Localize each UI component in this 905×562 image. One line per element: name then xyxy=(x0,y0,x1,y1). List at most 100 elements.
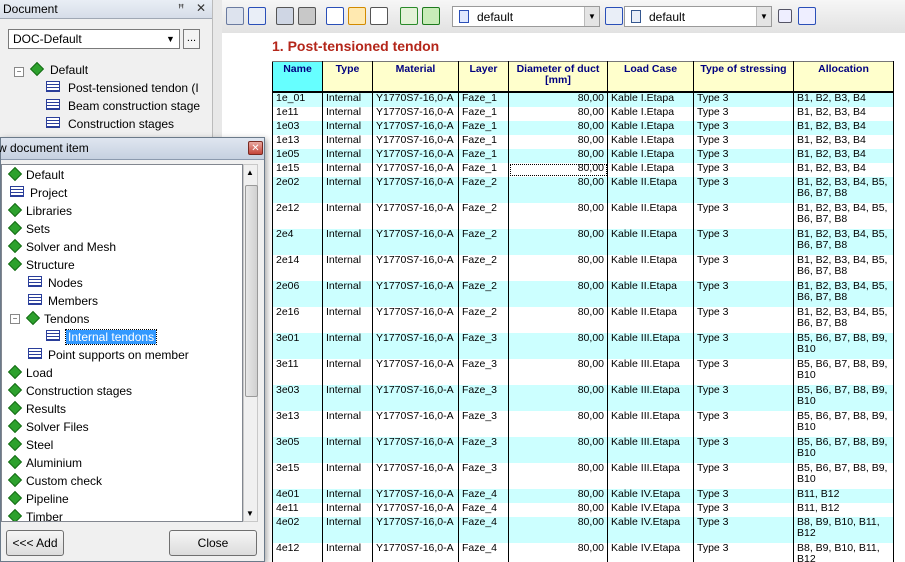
document-icon[interactable] xyxy=(605,7,623,25)
document-item-tree-item[interactable]: Point supports on member xyxy=(28,346,189,364)
chevron-down-icon[interactable]: ▼ xyxy=(162,30,179,48)
table-cell: 80,00 xyxy=(508,359,608,385)
document-item-tree-item[interactable]: Solver Files xyxy=(7,418,89,436)
document-item-tree-item[interactable]: Nodes xyxy=(28,274,83,292)
diamond-icon xyxy=(7,166,23,182)
table-cell: Type 3 xyxy=(693,543,794,562)
table-cell: Faze_1 xyxy=(458,149,509,163)
template-combo-value: default xyxy=(477,10,514,24)
document-item-tree-label: Construction stages xyxy=(26,384,133,398)
template-combo[interactable]: default ▼ xyxy=(452,6,600,27)
document-item-tree-item[interactable]: Steel xyxy=(7,436,54,454)
document-tree-item[interactable]: Post-tensioned tendon (I xyxy=(46,79,199,97)
add-button[interactable]: <<< Add xyxy=(6,530,64,556)
scrollbar[interactable]: ▲ ▼ xyxy=(243,164,258,522)
table-cell: 80,00 xyxy=(508,255,608,281)
document-item-tree-item[interactable]: Internal tendons xyxy=(46,328,158,346)
document-item-tree-item[interactable]: Construction stages xyxy=(7,382,133,400)
column-header: Load Case xyxy=(607,61,694,93)
table-cell: Faze_4 xyxy=(458,543,509,562)
close-icon[interactable]: ✕ xyxy=(196,1,206,15)
document-item-tree-label: Structure xyxy=(26,258,75,272)
document-item-tree-item[interactable]: − Tendons xyxy=(10,310,89,328)
document-item-tree-item[interactable]: Structure xyxy=(7,256,75,274)
table-cell: Y1770S7-16,0-A xyxy=(372,503,459,517)
document-item-tree-item[interactable]: Results xyxy=(7,400,66,418)
export-icon[interactable] xyxy=(400,7,418,25)
document-item-tree-item[interactable]: Default xyxy=(7,166,64,184)
document-item-tree-item[interactable]: Members xyxy=(28,292,98,310)
chevron-down-icon[interactable]: ▼ xyxy=(756,7,771,26)
close-button[interactable]: Close xyxy=(169,530,257,556)
table-cell: 2e14 xyxy=(272,255,323,281)
table-cell: B11, B12 xyxy=(793,489,894,503)
document-tree-item[interactable]: − Default xyxy=(14,61,88,79)
pin-icon[interactable]: ꟸ xyxy=(178,2,184,15)
page-portrait-icon[interactable] xyxy=(370,7,388,25)
table-cell: B5, B6, B7, B8, B9, B10 xyxy=(793,359,894,385)
table-header-row: Name Type Material Layer Diameter of duct [m… xyxy=(272,61,894,93)
table-cell: Kable II.Etapa xyxy=(607,307,694,333)
refresh-icon[interactable] xyxy=(422,7,440,25)
style-combo[interactable]: default ▼ xyxy=(624,6,772,27)
diamond-icon xyxy=(7,508,23,521)
document-tree-item[interactable]: Construction stages xyxy=(46,115,174,133)
columns-icon[interactable] xyxy=(798,7,816,25)
report-view: 1. Post-tensioned tendon Name Type Materia… xyxy=(222,33,905,562)
table-row: 4e01 Internal Y1770S7-16,0-A Faze_4 80,00 Kab… xyxy=(272,489,894,503)
table-cell: Y1770S7-16,0-A xyxy=(372,163,459,177)
document-item-tree-label: Project xyxy=(30,186,68,200)
table-cell: Internal xyxy=(322,489,373,503)
collapse-icon[interactable]: − xyxy=(10,314,20,324)
table-cell: Kable III.Etapa xyxy=(607,359,694,385)
document-icon[interactable] xyxy=(248,7,266,25)
table-cell: Y1770S7-16,0-A xyxy=(372,203,459,229)
document-item-tree-item[interactable]: Libraries xyxy=(7,202,72,220)
collapse-icon[interactable]: − xyxy=(14,67,24,77)
table-cell: B1, B2, B3, B4 xyxy=(793,121,894,135)
document-item-tree-item[interactable]: Load xyxy=(7,364,53,382)
table-cell: Internal xyxy=(322,91,373,107)
table-cell: B5, B6, B7, B8, B9, B10 xyxy=(793,385,894,411)
document-item-tree-item[interactable]: Project xyxy=(10,184,67,202)
page-icon[interactable] xyxy=(326,7,344,25)
document-item-tree-item[interactable]: Sets xyxy=(7,220,50,238)
close-icon[interactable]: ✕ xyxy=(248,141,263,155)
copy-icon[interactable] xyxy=(226,7,244,25)
table-cell: Kable I.Etapa xyxy=(607,121,694,135)
table-cell: B1, B2, B3, B4 xyxy=(793,107,894,121)
table-cell: Type 3 xyxy=(693,149,794,163)
document-item-tree-item[interactable]: Solver and Mesh xyxy=(7,238,117,256)
diamond-icon xyxy=(7,382,23,398)
document-item-tree-label: Point supports on member xyxy=(48,348,189,362)
layout-icon[interactable] xyxy=(348,7,366,25)
tendon-table: Name Type Material Layer Diameter of duct [m… xyxy=(272,61,894,562)
table-row: 4e11 Internal Y1770S7-16,0-A Faze_4 80,00 Kab… xyxy=(272,503,894,517)
document-item-tree-label: Aluminium xyxy=(26,456,83,470)
table-row: 2e12 Internal Y1770S7-16,0-A Faze_2 80,00 Kab… xyxy=(272,203,894,229)
dialog-titlebar[interactable]: w document item ✕ xyxy=(0,138,264,160)
document-item-tree-label: Steel xyxy=(26,438,54,452)
table-row: 3e15 Internal Y1770S7-16,0-A Faze_3 80,00 Kab… xyxy=(272,463,894,489)
document-item-tree-item[interactable]: Aluminium xyxy=(7,454,83,472)
print-icon[interactable] xyxy=(298,7,316,25)
column-header: Layer xyxy=(458,61,509,93)
scroll-down-icon[interactable]: ▼ xyxy=(246,509,254,518)
print-preview-icon[interactable] xyxy=(276,7,294,25)
grid-icon[interactable] xyxy=(778,9,792,23)
scroll-up-icon[interactable]: ▲ xyxy=(246,168,254,177)
chevron-down-icon[interactable]: ▼ xyxy=(584,7,599,26)
document-item-tree-item[interactable]: Timber xyxy=(7,508,63,521)
document-selector[interactable]: DOC-Default ▼ xyxy=(8,29,180,49)
document-tree-item[interactable]: Beam construction stage xyxy=(46,97,200,115)
document-item-tree-item[interactable]: Custom check xyxy=(7,472,102,490)
document-item-tree-item[interactable]: Pipeline xyxy=(7,490,69,508)
document-more-button[interactable]: ... xyxy=(183,29,200,49)
table-cell: Y1770S7-16,0-A xyxy=(372,121,459,135)
table-cell: Y1770S7-16,0-A xyxy=(372,385,459,411)
table-cell: Internal xyxy=(322,281,373,307)
document-item-tree-label: Solver and Mesh xyxy=(26,240,117,254)
table-cell: 1e15 xyxy=(272,163,323,177)
table-cell: Faze_2 xyxy=(458,307,509,333)
scrollbar-thumb[interactable] xyxy=(245,185,258,397)
